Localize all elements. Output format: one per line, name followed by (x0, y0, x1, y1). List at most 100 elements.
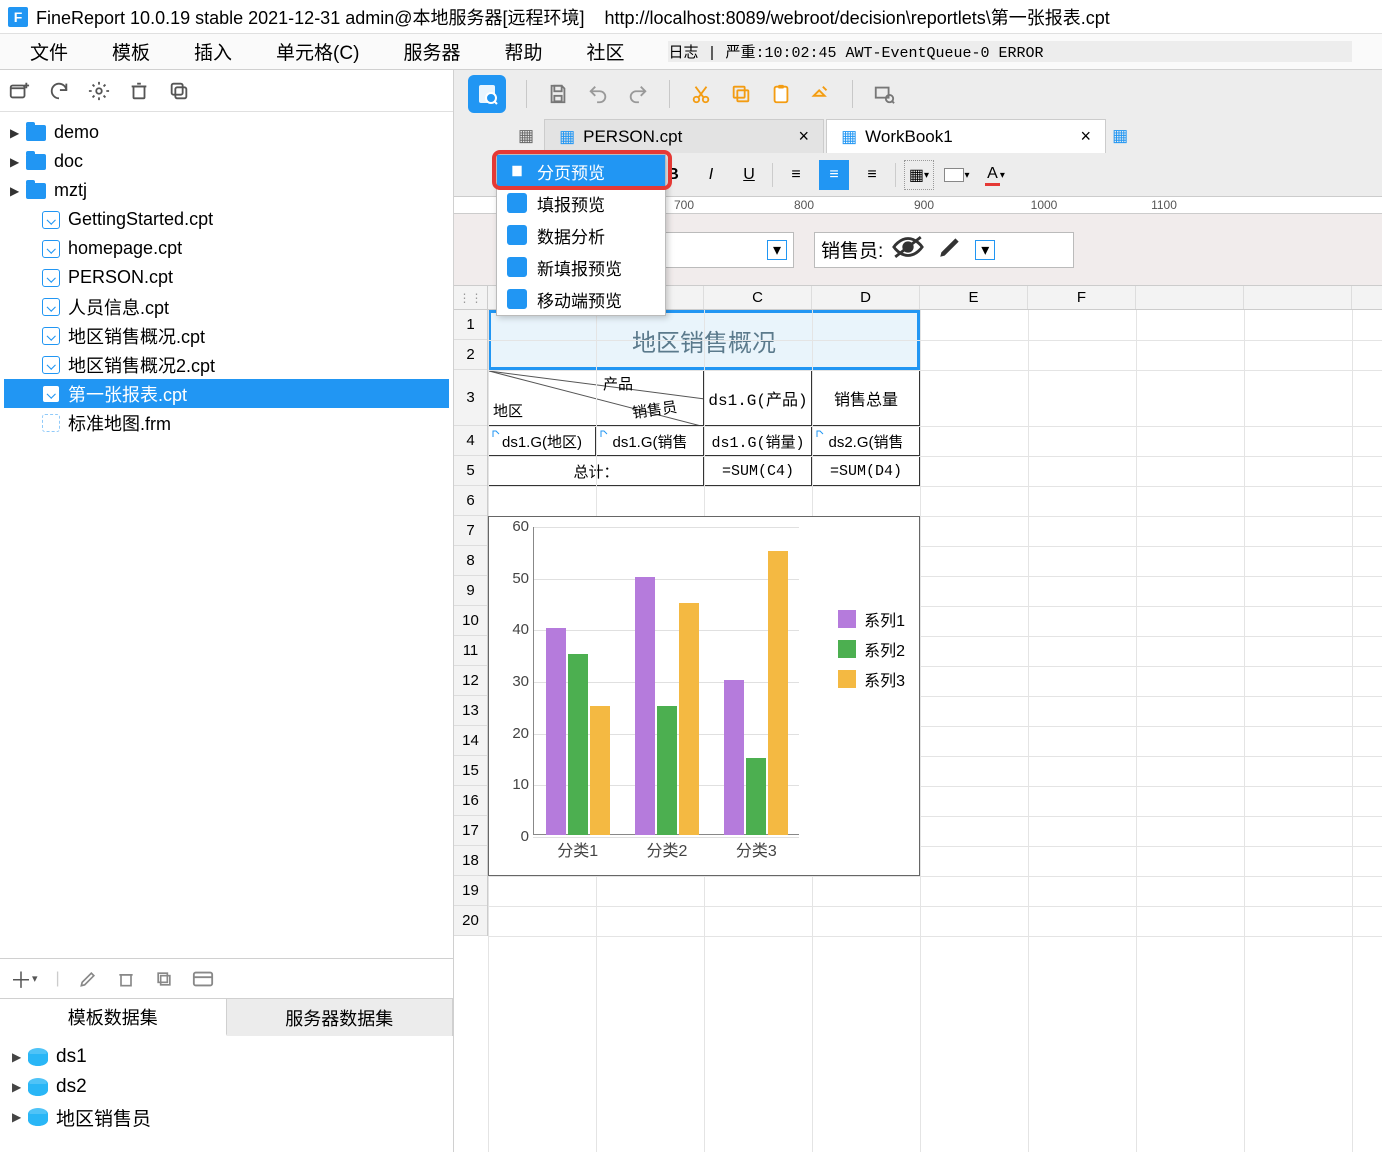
row-header[interactable]: 17 (454, 816, 487, 846)
tree-file[interactable]: GettingStarted.cpt (4, 205, 449, 234)
chart-cell[interactable]: 系列1系列2系列3 0102030405060分类1分类2分类3 (488, 516, 920, 876)
align-left-button[interactable]: ≡ (781, 160, 811, 190)
delete-dataset-icon[interactable] (116, 969, 136, 989)
add-dataset-icon[interactable]: ＋▾ (10, 963, 38, 995)
header-cell-c3[interactable]: ds1.G(产品) (704, 370, 812, 426)
menu-insert[interactable]: 插入 (194, 38, 232, 65)
eye-off-icon[interactable] (891, 234, 925, 266)
col-header[interactable]: C (704, 286, 812, 309)
preview-mobile[interactable]: 移动端预览 (497, 283, 665, 315)
row-header[interactable]: 7 (454, 516, 487, 546)
preview-button[interactable] (468, 75, 506, 113)
tree-file[interactable]: homepage.cpt (4, 234, 449, 263)
close-tab-icon[interactable]: × (1081, 126, 1092, 147)
menu-help[interactable]: 帮助 (504, 38, 542, 65)
param-sales[interactable]: 销售员: ▾ (814, 232, 1074, 268)
col-header[interactable]: E (920, 286, 1028, 309)
dataset-item[interactable]: ▶ds1 (6, 1042, 447, 1072)
tree-file-selected[interactable]: 第一张报表.cpt (4, 379, 449, 408)
row-header[interactable]: 5 (454, 456, 487, 486)
preview-page[interactable]: 分页预览 (497, 155, 665, 187)
pen-icon[interactable] (933, 234, 967, 265)
cell-d5[interactable]: =SUM(D4) (812, 456, 920, 486)
select-all-corner[interactable]: ⋮⋮ (454, 286, 488, 310)
row-header[interactable]: 2 (454, 340, 487, 370)
menu-cell[interactable]: 单元格(C) (276, 38, 359, 65)
table-mode-icon[interactable]: ▦ (518, 126, 534, 146)
preview-new-write[interactable]: 新填报预览 (497, 251, 665, 283)
copy-dataset-icon[interactable] (154, 969, 174, 989)
fill-color-button[interactable]: ▾ (942, 160, 972, 190)
delete-icon[interactable] (128, 80, 150, 102)
new-folder-icon[interactable] (8, 80, 30, 102)
col-header[interactable]: F (1028, 286, 1136, 309)
undo-icon[interactable] (587, 83, 609, 105)
dataset-item[interactable]: ▶地区销售员 (6, 1102, 447, 1132)
row-header[interactable]: 20 (454, 906, 487, 936)
row-header[interactable]: 16 (454, 786, 487, 816)
menu-community[interactable]: 社区 (586, 38, 624, 65)
tree-file[interactable]: 地区销售概况.cpt (4, 321, 449, 350)
tab-server-dataset[interactable]: 服务器数据集 (227, 999, 454, 1036)
row-header[interactable]: 19 (454, 876, 487, 906)
preview-dataset-icon[interactable] (192, 970, 214, 988)
row-header[interactable]: 12 (454, 666, 487, 696)
header-cell-d3[interactable]: 销售总量 (812, 370, 920, 426)
tree-folder[interactable]: ▶mztj (4, 176, 449, 205)
save-icon[interactable] (547, 83, 569, 105)
param-edit-icon[interactable]: ▾ (767, 240, 787, 260)
row-header[interactable]: 4 (454, 426, 487, 456)
align-right-button[interactable]: ≡ (857, 160, 887, 190)
tree-file[interactable]: 人员信息.cpt (4, 292, 449, 321)
dataset-item[interactable]: ▶ds2 (6, 1072, 447, 1102)
font-color-button[interactable]: A▾ (980, 160, 1010, 190)
col-header[interactable]: D (812, 286, 920, 309)
settings-icon[interactable] (88, 80, 110, 102)
row-header[interactable]: 6 (454, 486, 487, 516)
param-slot[interactable]: ▾ (654, 232, 794, 268)
row-header[interactable]: 3 (454, 370, 487, 426)
refresh-icon[interactable] (48, 80, 70, 102)
param-edit-icon[interactable]: ▾ (975, 240, 995, 260)
row-header[interactable]: 9 (454, 576, 487, 606)
copy-toolbar-icon[interactable] (730, 83, 752, 105)
new-tab-icon[interactable]: ▦ (1112, 126, 1128, 146)
menu-file[interactable]: 文件 (30, 38, 68, 65)
doc-tab[interactable]: ▦ PERSON.cpt × (544, 119, 824, 153)
align-center-button[interactable]: ≡ (819, 160, 849, 190)
border-button[interactable]: ▦▾ (904, 160, 934, 190)
row-header[interactable]: 10 (454, 606, 487, 636)
cell-c5[interactable]: =SUM(C4) (704, 456, 812, 486)
file-tree[interactable]: ▶demo ▶doc ▶mztj GettingStarted.cpt home… (0, 112, 453, 958)
edit-icon[interactable] (78, 969, 98, 989)
row-header[interactable]: 14 (454, 726, 487, 756)
tab-template-dataset[interactable]: 模板数据集 (0, 999, 227, 1036)
row-header[interactable]: 13 (454, 696, 487, 726)
underline-button[interactable]: U (734, 160, 764, 190)
tree-file[interactable]: PERSON.cpt (4, 263, 449, 292)
cell-b4[interactable]: ds1.G(销售 (596, 426, 704, 456)
row-header[interactable]: 8 (454, 546, 487, 576)
menu-template[interactable]: 模板 (112, 38, 150, 65)
row-header[interactable]: 15 (454, 756, 487, 786)
format-painter-icon[interactable] (810, 83, 832, 105)
doc-tab-active[interactable]: ▦ WorkBook1 × (826, 119, 1106, 153)
grid-body[interactable]: 地区销售概况 产品 销售员 地区 ds1.G(产品) 销售总量 ds1.G(地区… (488, 310, 1382, 1152)
tree-file[interactable]: 地区销售概况2.cpt (4, 350, 449, 379)
preview-write[interactable]: 填报预览 (497, 187, 665, 219)
italic-button[interactable]: I (696, 160, 726, 190)
zoom-icon[interactable] (873, 83, 895, 105)
menu-server[interactable]: 服务器 (403, 38, 460, 65)
row-header[interactable]: 18 (454, 846, 487, 876)
cell-c4[interactable]: ds1.G(销量) (704, 426, 812, 456)
copy-icon[interactable] (168, 80, 190, 102)
preview-analysis[interactable]: 数据分析 (497, 219, 665, 251)
tree-folder[interactable]: ▶demo (4, 118, 449, 147)
spreadsheet[interactable]: ⋮⋮ 1234567891011121314151617181920 ABCDE… (454, 286, 1382, 1152)
tree-file[interactable]: 标准地图.frm (4, 408, 449, 437)
redo-icon[interactable] (627, 83, 649, 105)
cell-d4[interactable]: ds2.G(销售 (812, 426, 920, 456)
preview-dropdown[interactable]: 分页预览 填报预览 数据分析 新填报预览 移动端预览 (496, 154, 666, 316)
cell-a4[interactable]: ds1.G(地区) (488, 426, 596, 456)
tree-folder[interactable]: ▶doc (4, 147, 449, 176)
